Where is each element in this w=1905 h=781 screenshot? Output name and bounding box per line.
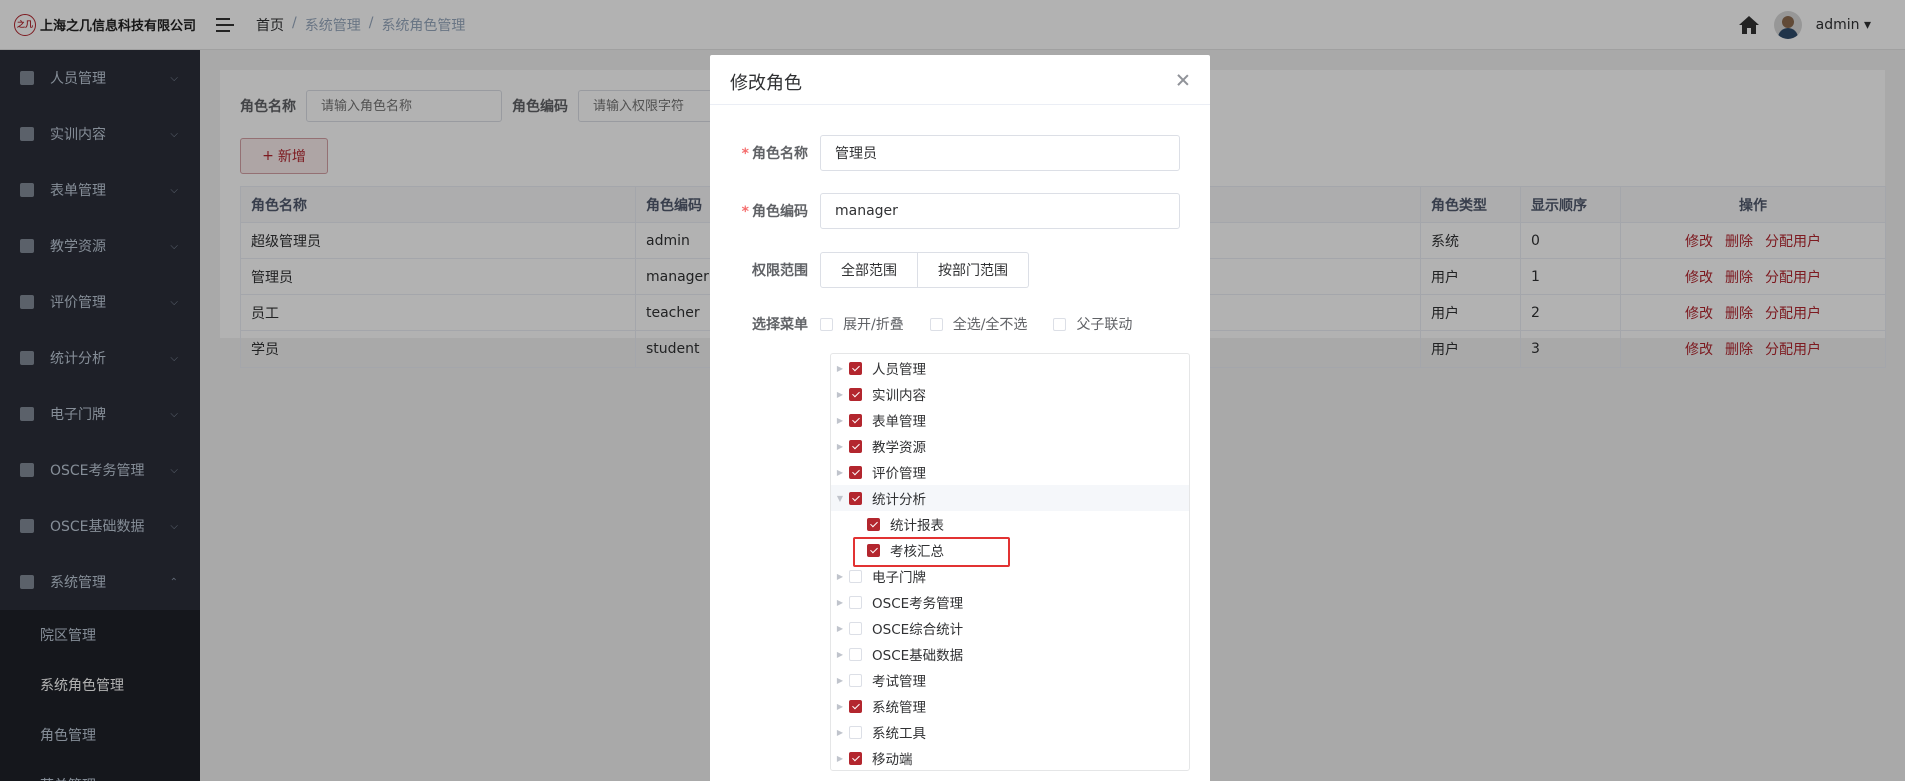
tree-checkbox[interactable] bbox=[849, 595, 862, 609]
menu-tree: ▶ 人员管理 ▶ 实训内容 ▶ 表单管理 ▶ 教学资源 ▶ 评价管理 ▼ 统计分析 统计报表… bbox=[830, 353, 1190, 771]
expand-collapse-checkbox[interactable]: 展开/折叠 bbox=[820, 314, 904, 334]
tree-checkbox[interactable] bbox=[849, 699, 862, 713]
tree-checkbox[interactable] bbox=[867, 543, 880, 557]
menu-label: 选择菜单 bbox=[752, 317, 808, 333]
tree-checkbox[interactable] bbox=[849, 387, 862, 401]
tree-node[interactable]: ▶ 考试管理 bbox=[831, 667, 1189, 693]
tree-node[interactable]: ▶ OSCE考务管理 bbox=[831, 589, 1189, 615]
tree-node-expanded[interactable]: ▼ 统计分析 bbox=[831, 485, 1189, 511]
tree-node[interactable]: ▶ OSCE基础数据 bbox=[831, 641, 1189, 667]
caret-right-icon[interactable]: ▶ bbox=[831, 442, 849, 451]
tree-checkbox[interactable] bbox=[849, 621, 862, 635]
edit-role-dialog: 修改角色 * 角色名称 管理员 * 角色编码 manager 权限范围 全部范围 按… bbox=[710, 55, 1210, 781]
tree-checkbox[interactable] bbox=[849, 725, 862, 739]
caret-right-icon[interactable]: ▶ bbox=[831, 468, 849, 477]
scope-dept-button[interactable]: 按部门范围 bbox=[918, 252, 1029, 288]
role-name-row: * 角色名称 管理员 bbox=[710, 135, 1180, 171]
dialog-header: 修改角色 bbox=[710, 55, 1210, 105]
tree-checkbox[interactable] bbox=[849, 361, 862, 375]
menu-select-row: 选择菜单 展开/折叠 全选/全不选 父子联动 bbox=[710, 311, 1132, 337]
caret-right-icon[interactable]: ▶ bbox=[831, 650, 849, 659]
role-code-input[interactable]: manager bbox=[820, 193, 1180, 229]
caret-right-icon[interactable]: ▶ bbox=[831, 728, 849, 737]
tree-node[interactable]: ▶ 人员管理 bbox=[831, 355, 1189, 381]
caret-right-icon[interactable]: ▶ bbox=[831, 416, 849, 425]
tree-node[interactable]: ▶ 移动端 bbox=[831, 745, 1189, 771]
role-code-row: * 角色编码 manager bbox=[710, 193, 1180, 229]
tree-checkbox[interactable] bbox=[849, 751, 862, 765]
role-name-input[interactable]: 管理员 bbox=[820, 135, 1180, 171]
tree-checkbox[interactable] bbox=[849, 569, 862, 583]
caret-right-icon[interactable]: ▶ bbox=[831, 676, 849, 685]
role-code-label: 角色编码 bbox=[752, 204, 808, 220]
tree-checkbox[interactable] bbox=[849, 413, 862, 427]
caret-right-icon[interactable]: ▶ bbox=[831, 754, 849, 763]
tree-checkbox[interactable] bbox=[849, 491, 862, 505]
role-name-label: 角色名称 bbox=[752, 146, 808, 162]
tree-node[interactable]: ▶ 表单管理 bbox=[831, 407, 1189, 433]
close-icon[interactable] bbox=[1176, 73, 1190, 87]
select-all-checkbox[interactable]: 全选/全不选 bbox=[929, 314, 1027, 334]
tree-node[interactable]: ▶ OSCE综合统计 bbox=[831, 615, 1189, 641]
tree-node[interactable]: ▶ 电子门牌 bbox=[831, 563, 1189, 589]
caret-right-icon[interactable]: ▶ bbox=[831, 702, 849, 711]
scope-label: 权限范围 bbox=[752, 263, 808, 279]
parent-child-link-checkbox[interactable]: 父子联动 bbox=[1053, 314, 1132, 334]
tree-checkbox[interactable] bbox=[849, 647, 862, 661]
tree-node[interactable]: ▶ 实训内容 bbox=[831, 381, 1189, 407]
caret-down-icon[interactable]: ▼ bbox=[831, 494, 849, 503]
caret-right-icon[interactable]: ▶ bbox=[831, 390, 849, 399]
tree-node[interactable]: ▶ 系统管理 bbox=[831, 693, 1189, 719]
dialog-title: 修改角色 bbox=[730, 73, 802, 94]
tree-child-node[interactable]: 统计报表 bbox=[831, 511, 1189, 537]
caret-right-icon[interactable]: ▶ bbox=[831, 572, 849, 581]
caret-right-icon[interactable]: ▶ bbox=[831, 624, 849, 633]
tree-checkbox[interactable] bbox=[849, 439, 862, 453]
caret-right-icon[interactable]: ▶ bbox=[831, 364, 849, 373]
tree-child-node[interactable]: 考核汇总 bbox=[831, 537, 1189, 567]
tree-node[interactable]: ▶ 系统工具 bbox=[831, 719, 1189, 745]
tree-node[interactable]: ▶ 教学资源 bbox=[831, 433, 1189, 459]
scope-all-button[interactable]: 全部范围 bbox=[820, 252, 918, 288]
scope-selector: 全部范围 按部门范围 bbox=[820, 252, 1029, 288]
tree-checkbox[interactable] bbox=[849, 465, 862, 479]
tree-node[interactable]: ▶ 评价管理 bbox=[831, 459, 1189, 485]
scope-row: 权限范围 全部范围 按部门范围 bbox=[710, 252, 1029, 288]
tree-checkbox[interactable] bbox=[849, 673, 862, 687]
tree-checkbox[interactable] bbox=[867, 517, 880, 531]
caret-right-icon[interactable]: ▶ bbox=[831, 598, 849, 607]
